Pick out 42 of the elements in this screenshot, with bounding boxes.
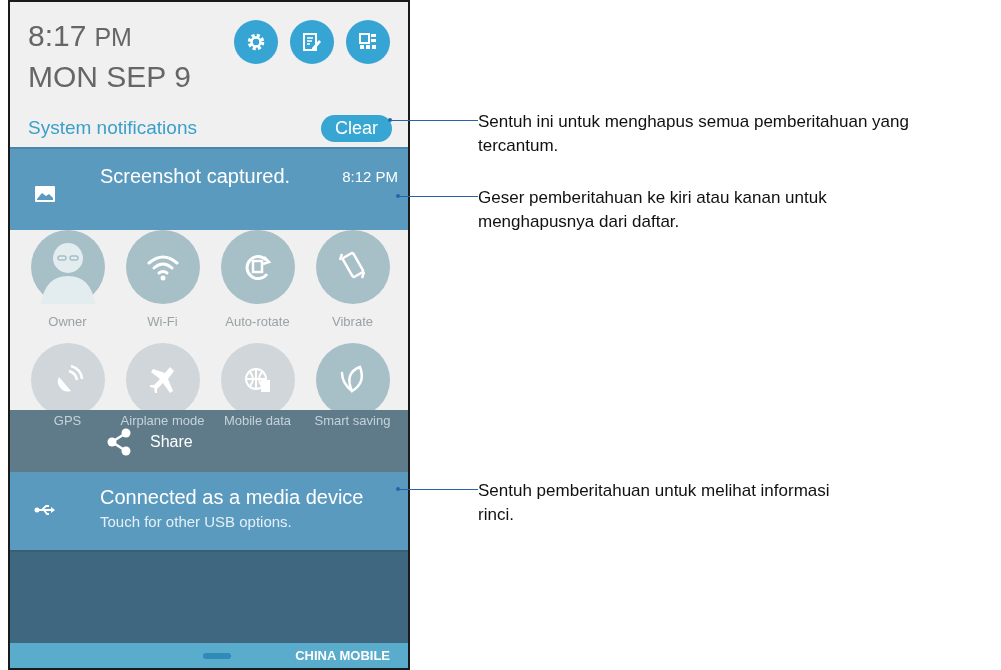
toggle-label: Wi-Fi	[147, 314, 178, 329]
edit-note-icon	[302, 32, 322, 52]
share-button[interactable]: Share	[106, 428, 193, 456]
share-icon	[106, 428, 132, 456]
toggle-label: Owner	[48, 314, 87, 329]
leaf-icon	[340, 365, 363, 393]
notification-title: Connected as a media device	[100, 486, 364, 509]
airplane-icon	[149, 367, 174, 393]
section-title: System notifications	[28, 117, 197, 140]
grid-button[interactable]	[346, 20, 390, 64]
toggle-label: Airplane mode	[119, 412, 206, 428]
toggle-label: GPS	[52, 412, 83, 428]
phone-vibrate-icon	[338, 251, 365, 280]
toggle-label: Smart saving	[313, 412, 392, 428]
clear-button[interactable]: Clear	[321, 114, 392, 142]
callout-text: Geser pemberitahuan ke kiri atau kanan untuk menghapusnya dari daftar.	[478, 187, 828, 233]
toggle-label: Auto-rotate	[225, 314, 290, 329]
contact-grid-icon	[358, 32, 378, 52]
callout-text: Sentuh pemberitahuan untuk melihat informasi rinci.	[478, 480, 831, 526]
notification-card[interactable]: Connected as a media device Touch for other USB options.	[10, 472, 408, 550]
rotate-icon	[245, 255, 271, 280]
edit-button[interactable]	[290, 20, 334, 64]
callout-text: Sentuh ini untuk menghapus semua pemberitahuan yang tercantum.	[478, 111, 910, 157]
toggle-label: Vibrate	[332, 314, 373, 329]
notification-subtitle: Touch for other USB options.	[100, 513, 293, 530]
notification-title: Screenshot captured.	[100, 165, 291, 188]
notification-time: 8:12 PM	[342, 168, 398, 185]
globe-icon	[244, 368, 270, 392]
usb-icon	[34, 504, 56, 516]
drag-handle[interactable]	[203, 653, 231, 659]
person-icon	[40, 243, 95, 304]
notification-card[interactable]: Screenshot captured. 8:12 PM	[10, 147, 408, 230]
toggle-label: Mobile data	[222, 412, 293, 428]
image-icon	[34, 185, 56, 203]
settings-icon	[246, 32, 266, 52]
date-text: MON SEP 9	[28, 59, 192, 95]
settings-button[interactable]	[234, 20, 278, 64]
satellite-icon	[57, 364, 83, 392]
wifi-icon	[147, 255, 178, 281]
clock-time: 8:17	[28, 18, 87, 54]
clock-meridiem: PM	[94, 22, 132, 53]
carrier-name: CHINA MOBILE	[295, 648, 390, 663]
